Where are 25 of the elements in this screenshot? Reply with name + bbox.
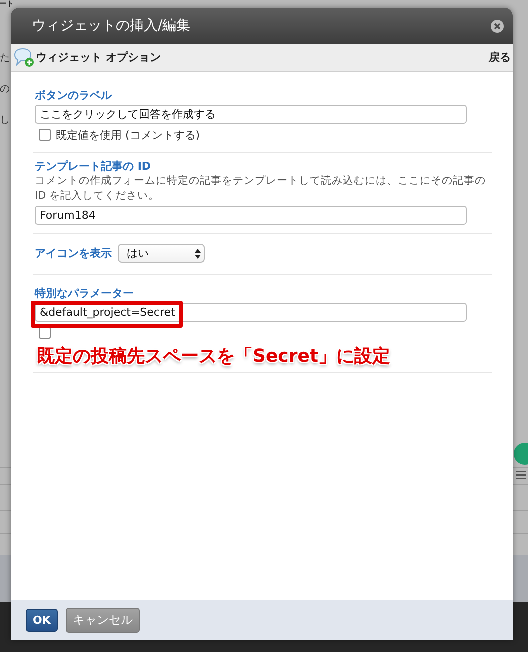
field-label: ボタンのラベル — [35, 88, 113, 103]
updown-arrow-icon — [195, 248, 201, 258]
ok-button[interactable]: OK — [26, 608, 58, 632]
panel-title: ウィジェット オプション — [36, 50, 162, 65]
dropdown[interactable]: はい — [118, 244, 205, 263]
field-label: アイコンを表示 — [35, 246, 112, 261]
back-link[interactable]: 戻る — [489, 50, 513, 65]
menu-icon[interactable] — [516, 470, 526, 480]
text-field[interactable]: ここをクリックして回答を作成する — [35, 105, 467, 124]
field-label: テンプレート記事の ID — [35, 159, 152, 174]
annotation-text: 既定の投稿先スペースを「Secret」に設定 — [37, 345, 391, 368]
page-text: し — [0, 114, 11, 128]
speech-bubble-add-icon — [14, 47, 35, 68]
text-field[interactable]: &default_project=Secret — [35, 303, 467, 322]
text-field[interactable]: Forum184 — [35, 206, 467, 225]
checkbox[interactable] — [39, 327, 51, 339]
field-label: 特別なパラメーター — [35, 286, 135, 301]
dialog-title: ウィジェットの挿入/編集 — [32, 17, 191, 35]
page-text: た — [0, 52, 11, 66]
dropdown-value: はい — [127, 246, 149, 261]
checkbox[interactable] — [39, 129, 51, 141]
checkbox-label: 既定値を使用 (コメントする) — [56, 128, 200, 142]
field-description: コメントの作成フォームに特定の記事をテンプレートして読み込むには、ここにその記事の ID を記入してください。 — [35, 174, 487, 204]
close-icon[interactable] — [491, 20, 504, 32]
page-text: の — [0, 83, 11, 97]
